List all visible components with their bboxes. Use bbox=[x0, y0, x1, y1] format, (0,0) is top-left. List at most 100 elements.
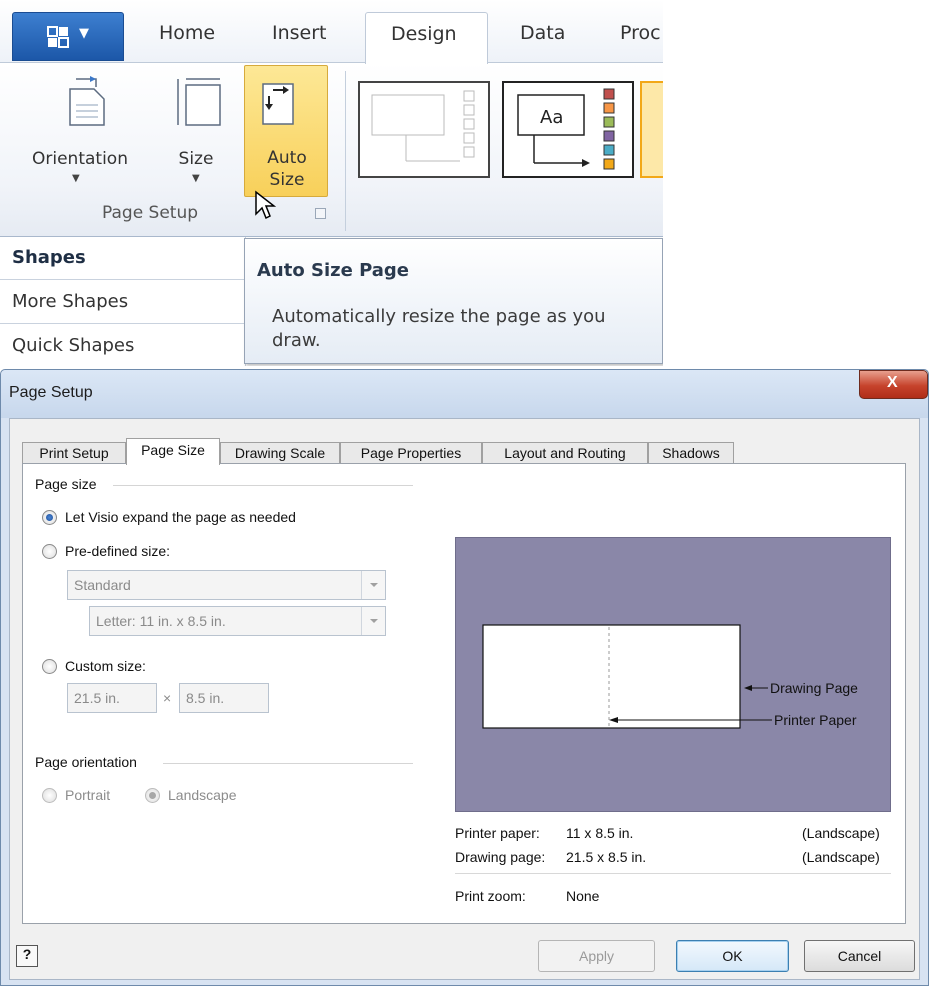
landscape-radio[interactable] bbox=[145, 788, 160, 803]
quick-shapes-item[interactable]: Quick Shapes bbox=[0, 325, 246, 366]
visio-app-icon bbox=[47, 26, 69, 48]
predefined-size-radio[interactable] bbox=[42, 544, 57, 559]
drawing-page-callout: Drawing Page bbox=[770, 680, 858, 696]
ok-button[interactable]: OK bbox=[676, 940, 789, 972]
tab-home[interactable]: Home bbox=[159, 22, 215, 44]
print-zoom-label: Print zoom: bbox=[455, 888, 526, 904]
apply-button[interactable]: Apply bbox=[538, 940, 655, 972]
tab-print-setup[interactable]: Print Setup bbox=[22, 442, 126, 464]
tab-design-label: Design bbox=[391, 23, 457, 45]
printer-paper-info-label: Printer paper: bbox=[455, 825, 540, 841]
portrait-radio[interactable] bbox=[42, 788, 57, 803]
theme-sample-text: Aa bbox=[540, 107, 563, 128]
shapes-pane: Shapes More Shapes Quick Shapes bbox=[0, 237, 246, 366]
page-orientation-section-label: Page orientation bbox=[35, 754, 137, 770]
expand-page-label: Let Visio expand the page as needed bbox=[65, 509, 296, 525]
tooltip-title: Auto Size Page bbox=[257, 260, 410, 281]
tab-shadows[interactable]: Shadows bbox=[648, 442, 734, 464]
theme-thumbnail[interactable]: Aa bbox=[502, 81, 634, 178]
print-zoom-value: None bbox=[566, 888, 600, 904]
predefined-size-label: Pre-defined size: bbox=[65, 543, 171, 559]
chevron-down-icon: ▼ bbox=[72, 173, 80, 184]
custom-width-field[interactable]: 21.5 in. bbox=[67, 683, 157, 713]
size-category-select[interactable]: Standard bbox=[67, 570, 386, 600]
tab-page-size[interactable]: Page Size bbox=[126, 438, 220, 465]
theme-thumbnail[interactable] bbox=[358, 81, 490, 178]
page-size-section-label: Page size bbox=[35, 476, 97, 492]
custom-size-radio[interactable] bbox=[42, 659, 57, 674]
tab-design[interactable]: Design bbox=[365, 12, 488, 64]
portrait-label: Portrait bbox=[65, 787, 111, 803]
tab-data[interactable]: Data bbox=[520, 22, 565, 44]
tooltip-body: Automatically resize the page as you dra… bbox=[272, 306, 606, 351]
file-menu-button[interactable]: ▼ bbox=[12, 12, 124, 61]
close-button[interactable]: X bbox=[859, 370, 928, 399]
printer-paper-callout: Printer Paper bbox=[774, 712, 857, 728]
custom-size-label: Custom size: bbox=[65, 658, 146, 674]
auto-size-label-line2: Size bbox=[269, 170, 305, 190]
custom-width-value: 21.5 in. bbox=[74, 690, 120, 706]
auto-size-icon bbox=[262, 83, 294, 125]
auto-size-button[interactable]: Auto Size bbox=[244, 65, 328, 197]
landscape-label: Landscape bbox=[168, 787, 237, 803]
mouse-cursor-icon bbox=[255, 190, 276, 220]
shapes-title-label: Shapes bbox=[12, 247, 86, 268]
orientation-icon bbox=[69, 76, 105, 126]
theme-gallery: Aa bbox=[350, 63, 663, 198]
orientation-label: Orientation bbox=[32, 149, 128, 169]
tab-drawing-scale[interactable]: Drawing Scale bbox=[220, 442, 340, 464]
page-setup-group-label: Page Setup bbox=[102, 203, 199, 223]
more-shapes-item[interactable]: More Shapes bbox=[0, 281, 246, 324]
orientation-button[interactable]: Orientation ▼ bbox=[10, 65, 150, 197]
times-symbol: × bbox=[163, 690, 172, 706]
theme-preview-icon: Aa bbox=[517, 88, 615, 170]
theme-thumbnail[interactable] bbox=[640, 81, 663, 178]
chevron-down-icon bbox=[361, 607, 385, 635]
shapes-pane-title: Shapes bbox=[0, 237, 246, 280]
auto-size-tooltip: Auto Size Page Automatically resize the … bbox=[244, 238, 663, 364]
cancel-button[interactable]: Cancel bbox=[804, 940, 915, 972]
page-size-panel: Page size Let Visio expand the page as n… bbox=[22, 463, 906, 924]
size-button[interactable]: Size ▼ bbox=[160, 65, 232, 197]
section-divider bbox=[113, 485, 413, 486]
drawing-page-orientation: (Landscape) bbox=[802, 849, 880, 865]
help-button[interactable]: ? bbox=[16, 945, 38, 967]
group-divider bbox=[345, 71, 346, 231]
size-category-value: Standard bbox=[74, 577, 131, 593]
custom-height-value: 8.5 in. bbox=[186, 690, 225, 706]
page-preview: Drawing Page Printer Paper bbox=[455, 537, 891, 812]
page-preview-drawing: Drawing Page Printer Paper bbox=[482, 624, 858, 729]
ribbon: ▼ Home Insert Design Data Proc Orientati… bbox=[0, 0, 663, 366]
dialog-title: Page Setup bbox=[9, 384, 93, 401]
chevron-down-icon: ▼ bbox=[79, 26, 89, 41]
tab-process[interactable]: Proc bbox=[620, 22, 661, 44]
tab-insert[interactable]: Insert bbox=[272, 22, 327, 44]
drawing-page-info-value: 21.5 x 8.5 in. bbox=[566, 849, 647, 865]
section-divider bbox=[163, 763, 413, 764]
paper-size-select[interactable]: Letter: 11 in. x 8.5 in. bbox=[89, 606, 386, 636]
paper-size-value: Letter: 11 in. x 8.5 in. bbox=[96, 613, 226, 629]
drawing-page-rect bbox=[482, 624, 741, 729]
tab-page-properties[interactable]: Page Properties bbox=[340, 442, 482, 464]
chevron-down-icon bbox=[361, 571, 385, 599]
ribbon-tab-bar: ▼ Home Insert Design Data Proc bbox=[0, 0, 663, 64]
page-setup-dialog: Page Setup X Print Setup Page Size Drawi… bbox=[0, 369, 929, 986]
ribbon-body: Orientation ▼ Size ▼ Auto Size Page Setu… bbox=[0, 62, 663, 237]
printer-paper-orientation: (Landscape) bbox=[802, 825, 880, 841]
quick-shapes-label: Quick Shapes bbox=[12, 335, 135, 356]
more-shapes-label: More Shapes bbox=[12, 291, 129, 312]
size-icon bbox=[177, 78, 221, 126]
custom-height-field[interactable]: 8.5 in. bbox=[179, 683, 269, 713]
dialog-client-area: Print Setup Page Size Drawing Scale Page… bbox=[9, 418, 920, 980]
theme-preview-icon bbox=[371, 90, 475, 162]
drawing-page-info-label: Drawing page: bbox=[455, 849, 546, 865]
chevron-down-icon: ▼ bbox=[192, 173, 200, 184]
close-icon: X bbox=[887, 374, 898, 391]
tab-layout-and-routing[interactable]: Layout and Routing bbox=[482, 442, 648, 464]
expand-page-radio[interactable] bbox=[42, 510, 57, 525]
dialog-launcher-icon[interactable] bbox=[315, 208, 326, 219]
size-label: Size bbox=[178, 149, 214, 169]
auto-size-label-line1: Auto bbox=[267, 148, 307, 168]
printer-paper-info-value: 11 x 8.5 in. bbox=[566, 825, 634, 841]
dialog-titlebar[interactable]: Page Setup X bbox=[1, 370, 928, 418]
